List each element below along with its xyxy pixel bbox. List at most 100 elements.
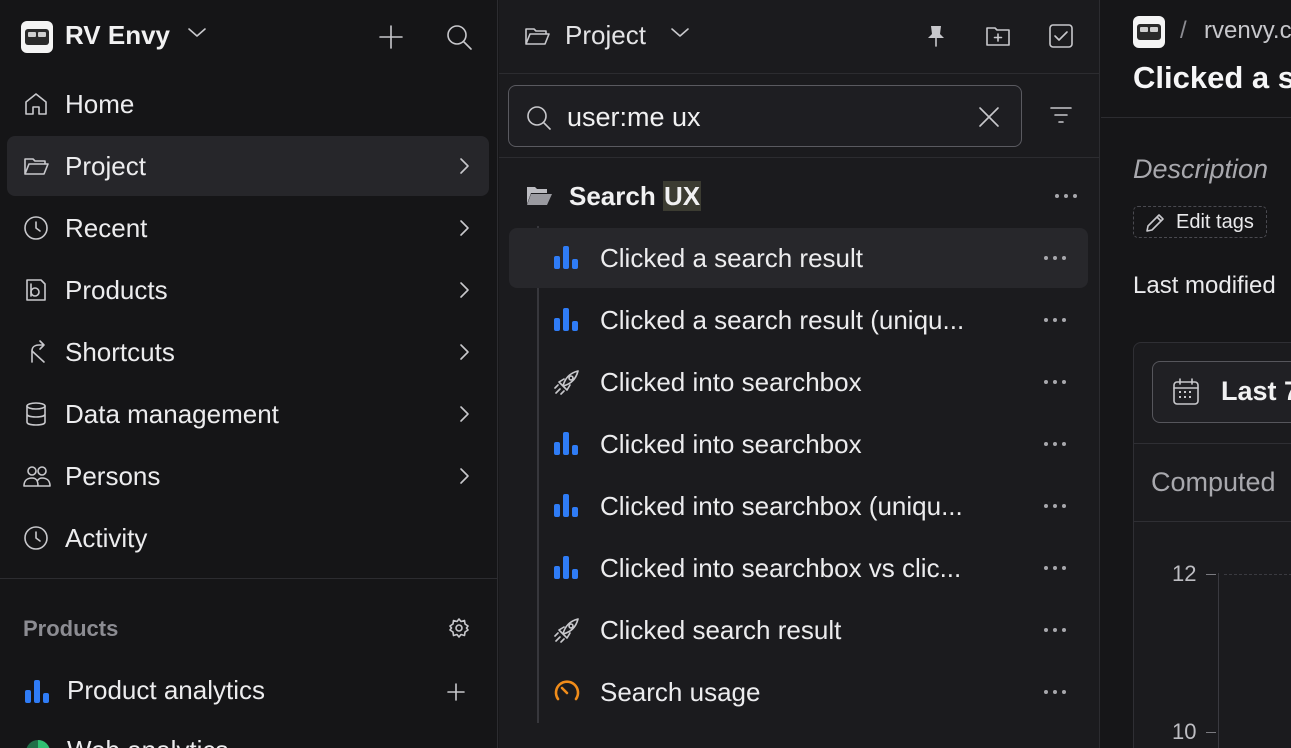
list-item-label: Clicked search result [600,615,842,645]
folder-row[interactable]: Search UX [499,166,1099,226]
folder-open-icon [22,152,50,180]
new-folder-icon[interactable] [984,22,1012,50]
sidebar-item-label: Home [65,89,135,119]
sidebar-item-data-management[interactable]: Data management [7,384,489,444]
breadcrumb[interactable]: rvenvy.c [1204,17,1291,45]
project-logo[interactable] [1133,16,1165,48]
checkbox-icon[interactable] [1047,22,1075,50]
list-item-label: Clicked a search result (uniqu... [600,305,965,335]
section-title-products: Products [23,616,119,641]
chevron-right-icon [457,466,471,486]
search-input[interactable] [567,98,957,136]
list-item-label: Clicked a search result [600,243,863,273]
filter-icon[interactable] [1049,104,1073,126]
more-icon[interactable] [1055,194,1079,200]
divider [499,157,1099,158]
sidebar-item-shortcuts[interactable]: Shortcuts [7,322,489,382]
sidebar-item-web-analytics[interactable]: Web analytics [0,722,497,748]
edit-tags-button[interactable]: Edit tags [1133,206,1267,238]
bar-chart-icon [24,678,50,704]
more-icon[interactable] [1044,566,1068,572]
chevron-right-icon [457,404,471,424]
more-icon[interactable] [1044,256,1068,262]
y-tick-label: 12 [1172,561,1197,586]
sidebar-item-project[interactable]: Project [7,136,489,196]
rocket-icon [553,368,581,396]
y-tick-mark [1206,732,1216,733]
list-item-label: Clicked into searchbox (uniqu... [600,491,963,521]
list-item-label: Clicked into searchbox [600,429,862,459]
insight-chart-card: Last 7 Computed 12 10 [1133,342,1291,748]
search-icon [525,104,553,132]
sidebar-item-label: Persons [65,461,161,491]
project-tree-panel: Project Search UX [499,0,1100,748]
panel-header: Project [499,0,1099,74]
sidebar-item-label: Data management [65,399,279,429]
list-item-label: Clicked into searchbox [600,367,862,397]
date-filter-button[interactable]: Last 7 [1152,361,1291,423]
sidebar-item-label: Project [65,151,146,181]
list-item[interactable]: Clicked search result [509,600,1088,660]
rocket-icon [553,616,581,644]
sidebar-item-products[interactable]: Products [7,260,489,320]
list-item[interactable]: Clicked into searchbox [509,352,1088,412]
folder-label: Search UX [569,181,702,211]
insight-detail-panel: / rvenvy.c Clicked a s Description Edit … [1101,0,1291,748]
sidebar-item-persons[interactable]: Persons [7,446,489,506]
people-icon [22,462,51,490]
sidebar-item-label: Activity [65,523,148,553]
sidebar-item-activity[interactable]: Activity [7,508,489,568]
project-switcher[interactable]: RV Envy [0,0,497,74]
bar-chart-icon [553,430,581,458]
divider [1134,521,1291,522]
close-icon[interactable] [977,105,1001,129]
description-field[interactable]: Description [1133,154,1268,185]
page-title[interactable]: Clicked a s [1133,60,1291,96]
sidebar-item-label: Products [65,275,168,305]
list-item-label: Search usage [600,677,761,707]
more-icon[interactable] [1044,318,1068,324]
more-icon[interactable] [1044,380,1068,386]
project-name: RV Envy [65,20,171,50]
list-item[interactable]: Clicked into searchbox (uniqu... [509,476,1088,536]
more-icon[interactable] [1044,442,1068,448]
plus-icon[interactable] [445,681,467,703]
divider [0,578,497,579]
plus-icon[interactable] [376,22,406,52]
shortcut-arrow-icon [22,338,50,366]
search-field[interactable] [508,85,1022,147]
chevron-down-icon[interactable] [669,26,691,40]
chevron-right-icon [457,218,471,238]
list-item[interactable]: Clicked a search result [509,228,1088,288]
gear-icon[interactable] [448,617,470,639]
breadcrumb-separator: / [1180,17,1187,44]
chevron-down-icon [186,26,208,40]
calendar-icon [1173,378,1199,405]
pencil-icon [1146,214,1164,232]
chevron-right-icon [457,156,471,176]
panel-title[interactable]: Project [565,20,646,51]
gauge-icon [553,678,581,706]
database-icon [22,400,50,428]
pie-chart-icon [24,738,52,748]
project-logo [21,21,53,53]
y-tick-mark [1206,574,1216,575]
sidebar-item-home[interactable]: Home [7,74,489,134]
folder-open-icon [523,22,553,50]
sidebar-item-product-analytics[interactable]: Product analytics [0,660,497,720]
list-item[interactable]: Clicked a search result (uniqu... [509,290,1088,350]
clock-icon [22,524,50,552]
list-item[interactable]: Clicked into searchbox [509,414,1088,474]
list-item[interactable]: Clicked into searchbox vs clic... [509,538,1088,598]
list-item[interactable]: Search usage [509,662,1088,722]
chevron-right-icon [457,342,471,362]
pin-icon[interactable] [925,24,947,48]
more-icon[interactable] [1044,504,1068,510]
search-icon[interactable] [444,22,474,52]
bar-chart-icon [553,306,581,334]
more-icon[interactable] [1044,628,1068,634]
sidebar-item-recent[interactable]: Recent [7,198,489,258]
bar-chart-icon [553,554,581,582]
clock-icon [22,214,50,242]
more-icon[interactable] [1044,690,1068,696]
